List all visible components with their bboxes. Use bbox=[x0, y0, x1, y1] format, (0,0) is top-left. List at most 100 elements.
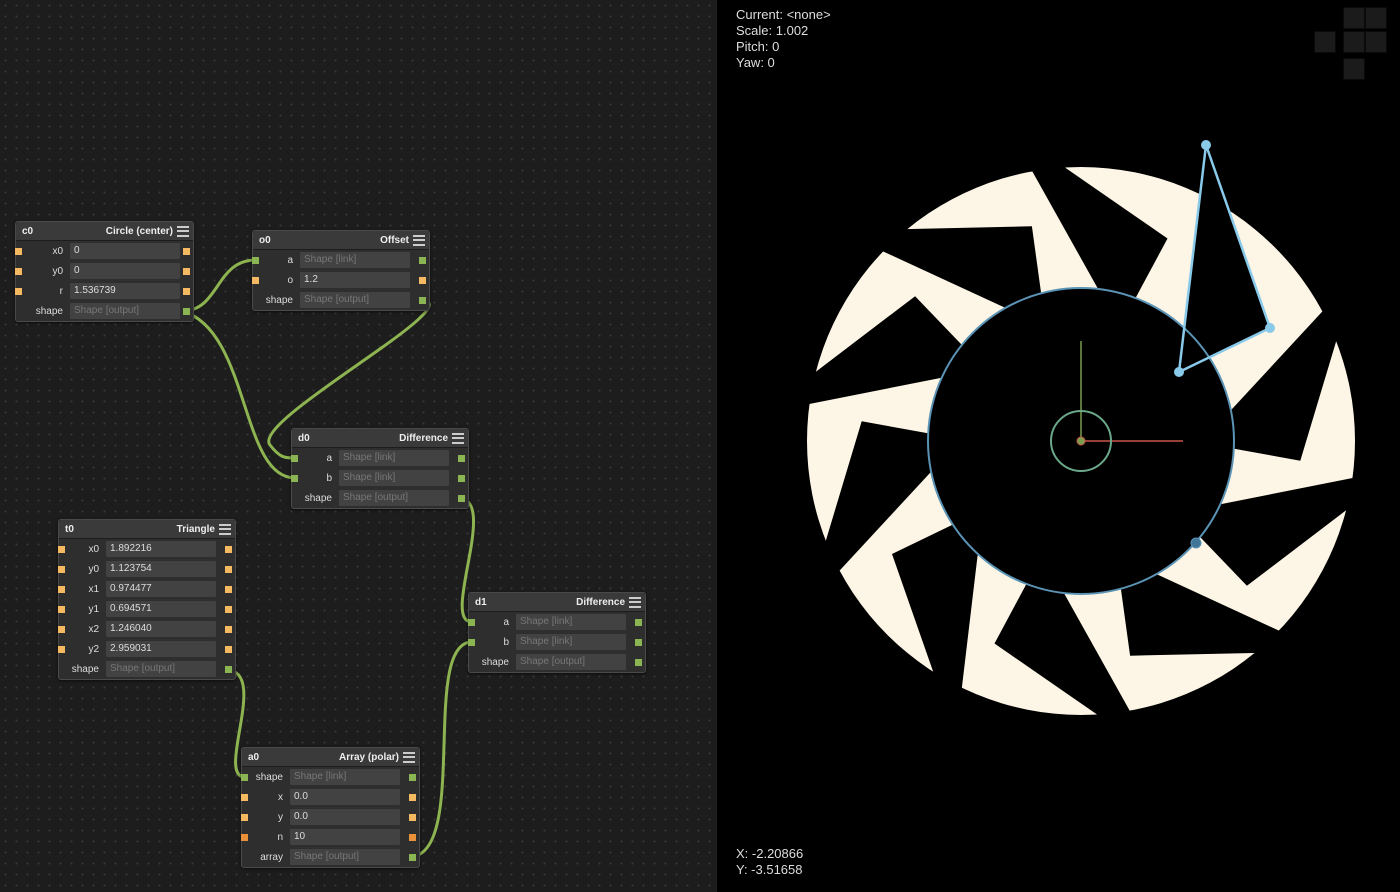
node-a0[interactable]: a0 Array (polar) shape Shape [link] x 0.… bbox=[241, 747, 420, 868]
value-field-x0[interactable]: 0 bbox=[70, 243, 180, 259]
output-port-y2[interactable] bbox=[225, 645, 232, 653]
input-port-y0[interactable] bbox=[58, 565, 65, 573]
input-port-x1[interactable] bbox=[58, 585, 65, 593]
output-port-a[interactable] bbox=[458, 454, 465, 462]
output-port-array[interactable] bbox=[409, 853, 416, 861]
output-port-y0[interactable] bbox=[225, 565, 232, 573]
output-port-n[interactable] bbox=[409, 833, 416, 841]
input-port-a[interactable] bbox=[252, 256, 259, 264]
value-field-x1[interactable]: 0.974477 bbox=[106, 581, 216, 597]
output-port-o[interactable] bbox=[419, 276, 426, 284]
triangle-handle-p0[interactable] bbox=[1265, 323, 1275, 333]
output-port-a[interactable] bbox=[419, 256, 426, 264]
node-c0[interactable]: c0 Circle (center) x0 0 y0 0 r 1.536739 … bbox=[15, 221, 194, 322]
node-header[interactable]: c0 Circle (center) bbox=[16, 222, 193, 241]
output-port-shape[interactable] bbox=[635, 658, 642, 666]
value-field-x0[interactable]: 1.892216 bbox=[106, 541, 216, 557]
output-port-x[interactable] bbox=[409, 793, 416, 801]
node-header[interactable]: a0 Array (polar) bbox=[242, 748, 419, 767]
menu-icon[interactable] bbox=[177, 225, 189, 237]
output-port-x0[interactable] bbox=[183, 247, 190, 255]
viewport-scene[interactable] bbox=[717, 0, 1400, 892]
input-port-b[interactable] bbox=[291, 474, 298, 482]
output-port-b[interactable] bbox=[635, 638, 642, 646]
input-port-y2[interactable] bbox=[58, 645, 65, 653]
output-port-b[interactable] bbox=[458, 474, 465, 482]
value-field-y[interactable]: 0.0 bbox=[290, 809, 400, 825]
input-port-a[interactable] bbox=[468, 618, 475, 626]
output-port-shape[interactable] bbox=[458, 494, 465, 502]
wire-c0-to-d0-b[interactable] bbox=[181, 309, 296, 480]
cursor-x-label: X: -2.20866 bbox=[736, 846, 804, 861]
output-port-x0[interactable] bbox=[225, 545, 232, 553]
input-port-y1[interactable] bbox=[58, 605, 65, 613]
output-port-x1[interactable] bbox=[225, 585, 232, 593]
input-port-x2[interactable] bbox=[58, 625, 65, 633]
menu-icon[interactable] bbox=[219, 523, 231, 535]
menu-icon[interactable] bbox=[413, 234, 425, 246]
input-port-x0[interactable] bbox=[58, 545, 65, 553]
menu-icon[interactable] bbox=[403, 751, 415, 763]
output-port-shape[interactable] bbox=[183, 307, 190, 315]
value-field-x2[interactable]: 1.246040 bbox=[106, 621, 216, 637]
value-field-n[interactable]: 10 bbox=[290, 829, 400, 845]
node-title: Difference bbox=[576, 596, 625, 608]
view-cube-top-right-face[interactable] bbox=[1365, 7, 1387, 29]
value-field-y0[interactable]: 1.123754 bbox=[106, 561, 216, 577]
output-port-x2[interactable] bbox=[225, 625, 232, 633]
node-d0[interactable]: d0 Difference a Shape [link] b Shape [li… bbox=[291, 428, 469, 509]
node-header[interactable]: d0 Difference bbox=[292, 429, 468, 448]
output-port-shape[interactable] bbox=[225, 665, 232, 673]
input-row-b: b Shape [link] bbox=[468, 632, 645, 652]
link-field-a: Shape [link] bbox=[339, 450, 449, 466]
input-port-r[interactable] bbox=[15, 287, 22, 295]
current-label: Current: <none> bbox=[736, 7, 831, 22]
node-header[interactable]: t0 Triangle bbox=[59, 520, 235, 539]
input-port-shape[interactable] bbox=[241, 773, 248, 781]
row-label: a bbox=[326, 452, 332, 464]
input-port-o[interactable] bbox=[252, 276, 259, 284]
node-t0[interactable]: t0 Triangle x0 1.892216 y0 1.123754 x1 0… bbox=[58, 519, 236, 680]
output-port-y1[interactable] bbox=[225, 605, 232, 613]
node-graph-canvas[interactable]: c0 Circle (center) x0 0 y0 0 r 1.536739 … bbox=[0, 0, 717, 892]
triangle-handle-p2[interactable] bbox=[1201, 140, 1211, 150]
output-port-shape[interactable] bbox=[419, 296, 426, 304]
node-o0[interactable]: o0 Offset a Shape [link] o 1.2 shape Sha… bbox=[252, 230, 430, 311]
radius-handle[interactable] bbox=[1190, 537, 1202, 549]
input-port-x0[interactable] bbox=[15, 247, 22, 255]
node-id: o0 bbox=[259, 234, 271, 246]
value-field-o[interactable]: 1.2 bbox=[300, 272, 410, 288]
input-port-a[interactable] bbox=[291, 454, 298, 462]
view-cube-top-face[interactable] bbox=[1343, 7, 1365, 29]
view-cube-icon[interactable] bbox=[1314, 7, 1394, 87]
output-port-r[interactable] bbox=[183, 287, 190, 295]
view-cube-front-face[interactable] bbox=[1343, 31, 1365, 53]
output-field: Shape [output] bbox=[300, 292, 410, 308]
view-cube-left-face[interactable] bbox=[1314, 31, 1336, 53]
input-port-y0[interactable] bbox=[15, 267, 22, 275]
value-field-y2[interactable]: 2.959031 bbox=[106, 641, 216, 657]
output-port-y[interactable] bbox=[409, 813, 416, 821]
value-field-x[interactable]: 0.0 bbox=[290, 789, 400, 805]
menu-icon[interactable] bbox=[629, 596, 641, 608]
output-port-y0[interactable] bbox=[183, 267, 190, 275]
node-d1[interactable]: d1 Difference a Shape [link] b Shape [li… bbox=[468, 592, 646, 673]
node-header[interactable]: o0 Offset bbox=[253, 231, 429, 250]
origin-handle[interactable] bbox=[1076, 436, 1086, 446]
output-port-shape[interactable] bbox=[409, 773, 416, 781]
triangle-handle-p1[interactable] bbox=[1174, 367, 1184, 377]
input-port-n[interactable] bbox=[241, 833, 248, 841]
input-port-y[interactable] bbox=[241, 813, 248, 821]
view-cube-right-face[interactable] bbox=[1365, 31, 1387, 53]
view-cube-bottom-face[interactable] bbox=[1343, 58, 1365, 80]
node-title: Difference bbox=[399, 432, 448, 444]
value-field-y0[interactable]: 0 bbox=[70, 263, 180, 279]
input-port-x[interactable] bbox=[241, 793, 248, 801]
output-port-a[interactable] bbox=[635, 618, 642, 626]
3d-viewport[interactable]: Current: <none> Scale: 1.002 Pitch: 0 Ya… bbox=[717, 0, 1400, 892]
node-header[interactable]: d1 Difference bbox=[469, 593, 645, 612]
value-field-y1[interactable]: 0.694571 bbox=[106, 601, 216, 617]
menu-icon[interactable] bbox=[452, 432, 464, 444]
value-field-r[interactable]: 1.536739 bbox=[70, 283, 180, 299]
input-port-b[interactable] bbox=[468, 638, 475, 646]
